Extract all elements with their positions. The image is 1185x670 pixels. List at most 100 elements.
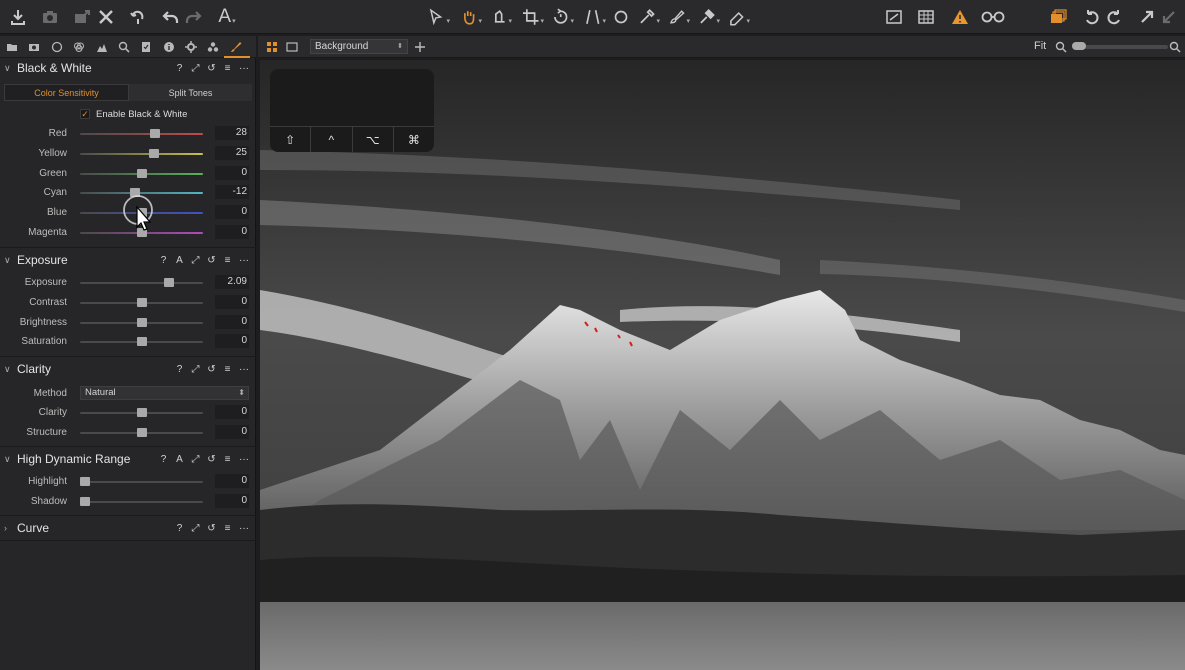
select-tool-icon[interactable]: ▾: [428, 5, 450, 29]
eraser-tool-icon[interactable]: ▾: [728, 5, 750, 29]
green-value-field[interactable]: 0: [215, 165, 249, 180]
delete-icon[interactable]: [96, 5, 116, 29]
presets-icon[interactable]: ≡: [223, 454, 232, 465]
shadow-slider[interactable]: [80, 500, 203, 503]
chevron-right-icon[interactable]: ›: [4, 523, 7, 533]
camera-icon[interactable]: [40, 5, 60, 29]
image-viewer[interactable]: ⇧ ^ ⌥ ⌘: [260, 60, 1185, 670]
blue-value-field[interactable]: 0: [215, 205, 249, 220]
chevron-down-icon[interactable]: ∨: [4, 255, 11, 266]
auto-icon[interactable]: A: [175, 454, 184, 465]
more-icon[interactable]: ···: [239, 63, 249, 74]
keystone-tool-icon[interactable]: ▾: [584, 5, 606, 29]
enable-bw-row[interactable]: ✓ Enable Black & White: [80, 108, 187, 120]
overlay-icon[interactable]: [884, 5, 904, 29]
proof-glasses-icon[interactable]: [980, 5, 1006, 29]
help-icon[interactable]: ?: [175, 364, 184, 375]
adjustments-icon[interactable]: [139, 40, 153, 54]
reset-icon[interactable]: ↺: [207, 63, 216, 74]
red-slider[interactable]: [80, 133, 203, 135]
control-key[interactable]: ^: [311, 127, 353, 152]
rotate-tool-icon[interactable]: ▾: [552, 5, 574, 29]
shadow-slider-knob[interactable]: [80, 496, 90, 506]
expand-tool-icon[interactable]: ⤢: [191, 523, 200, 534]
undo-history-icon[interactable]: [128, 5, 148, 29]
stack-icon[interactable]: [1048, 5, 1068, 29]
contrast-value-field[interactable]: 0: [215, 294, 249, 309]
grid-icon[interactable]: [916, 5, 936, 29]
exposure-value-field[interactable]: 2.09: [215, 275, 249, 289]
structure-value-field[interactable]: 0: [215, 424, 249, 439]
shift-key[interactable]: ⇧: [270, 127, 312, 152]
hdr-section-header[interactable]: ∨ High Dynamic Range ? A ⤢ ↺ ≡ ···: [0, 449, 256, 469]
saturation-value-field[interactable]: 0: [215, 334, 249, 349]
chevron-down-icon[interactable]: ∨: [4, 63, 11, 74]
reset-icon[interactable]: ↺: [207, 523, 216, 534]
clarity-slider-knob[interactable]: [136, 408, 147, 417]
expand-tool-icon[interactable]: ⤢: [191, 255, 200, 266]
zoom-slider[interactable]: [1072, 45, 1168, 49]
clarity-value-field[interactable]: 0: [215, 405, 249, 419]
expand-tool-icon[interactable]: ⤢: [191, 454, 200, 465]
batch-icon[interactable]: [206, 40, 220, 54]
zoom-out-icon[interactable]: [1054, 40, 1068, 54]
presets-icon[interactable]: ≡: [223, 255, 232, 266]
picker-tool-icon[interactable]: ▾: [638, 5, 660, 29]
method-select[interactable]: Natural ⬍: [80, 386, 249, 400]
single-view-icon[interactable]: [285, 40, 299, 54]
exposure-slider-knob[interactable]: [163, 278, 174, 287]
yellow-slider[interactable]: [80, 152, 203, 155]
saturation-slider-knob[interactable]: [136, 337, 147, 347]
yellow-slider-knob[interactable]: [148, 148, 159, 158]
yellow-value-field[interactable]: 25: [215, 145, 249, 160]
details-icon[interactable]: [117, 40, 131, 54]
reset-icon[interactable]: ↺: [207, 454, 216, 465]
gradient-tool-icon[interactable]: ▾: [698, 5, 720, 29]
red-slider-knob[interactable]: [150, 129, 161, 138]
contrast-slider-knob[interactable]: [136, 297, 147, 307]
curve-section-header[interactable]: › Curve ? ⤢ ↺ ≡ ···: [0, 518, 256, 538]
exposure-icon[interactable]: [95, 40, 109, 54]
rotate-left-icon[interactable]: [1083, 5, 1101, 29]
expand-tool-icon[interactable]: ⤢: [191, 364, 200, 375]
green-slider-knob[interactable]: [136, 168, 147, 178]
option-key[interactable]: ⌥: [353, 127, 394, 152]
collapse-icon[interactable]: [1160, 5, 1178, 29]
presets-icon[interactable]: ≡: [223, 63, 232, 74]
crop-tool-icon[interactable]: ▾: [522, 5, 544, 29]
pan-tool-icon[interactable]: ▾: [460, 5, 482, 29]
clarity-section-header[interactable]: ∨ Clarity ? ⤢ ↺ ≡ ···: [0, 359, 256, 379]
presets-icon[interactable]: ≡: [223, 364, 232, 375]
export-icon[interactable]: [72, 5, 92, 29]
chevron-down-icon[interactable]: ∨: [4, 364, 11, 375]
help-icon[interactable]: ?: [175, 63, 184, 74]
rotate-right-icon[interactable]: [1105, 5, 1123, 29]
import-icon[interactable]: [8, 5, 28, 29]
reset-icon[interactable]: ↺: [207, 364, 216, 375]
auto-icon[interactable]: A: [175, 255, 184, 266]
brightness-value-field[interactable]: 0: [215, 314, 249, 329]
command-key[interactable]: ⌘: [394, 127, 434, 152]
more-icon[interactable]: ···: [239, 454, 249, 465]
more-icon[interactable]: ···: [239, 523, 249, 534]
grid-view-icon[interactable]: [265, 40, 279, 54]
text-icon[interactable]: A ▾: [216, 5, 238, 29]
tab-color-sensitivity[interactable]: Color Sensitivity: [4, 84, 129, 101]
more-icon[interactable]: ···: [239, 255, 249, 266]
more-icon[interactable]: ···: [239, 364, 249, 375]
magenta-value-field[interactable]: 0: [215, 225, 249, 239]
local-adjust-icon[interactable]: [229, 40, 243, 54]
highlight-value-field[interactable]: 0: [215, 474, 249, 488]
enable-bw-checkbox[interactable]: ✓: [80, 109, 90, 119]
expand-icon[interactable]: [1138, 5, 1156, 29]
layer-select[interactable]: Background ⬍: [310, 39, 408, 54]
chevron-down-icon[interactable]: ∨: [4, 454, 11, 465]
warning-icon[interactable]: [950, 5, 970, 29]
tab-split-tones[interactable]: Split Tones: [129, 84, 252, 101]
exposure-section-header[interactable]: ∨ Exposure ? A ⤢ ↺ ≡ ···: [0, 250, 256, 270]
metadata-icon[interactable]: [162, 40, 176, 54]
presets-icon[interactable]: ≡: [223, 523, 232, 534]
zoom-slider-knob[interactable]: [1072, 42, 1086, 50]
help-icon[interactable]: ?: [175, 523, 184, 534]
add-layer-icon[interactable]: [413, 40, 427, 54]
